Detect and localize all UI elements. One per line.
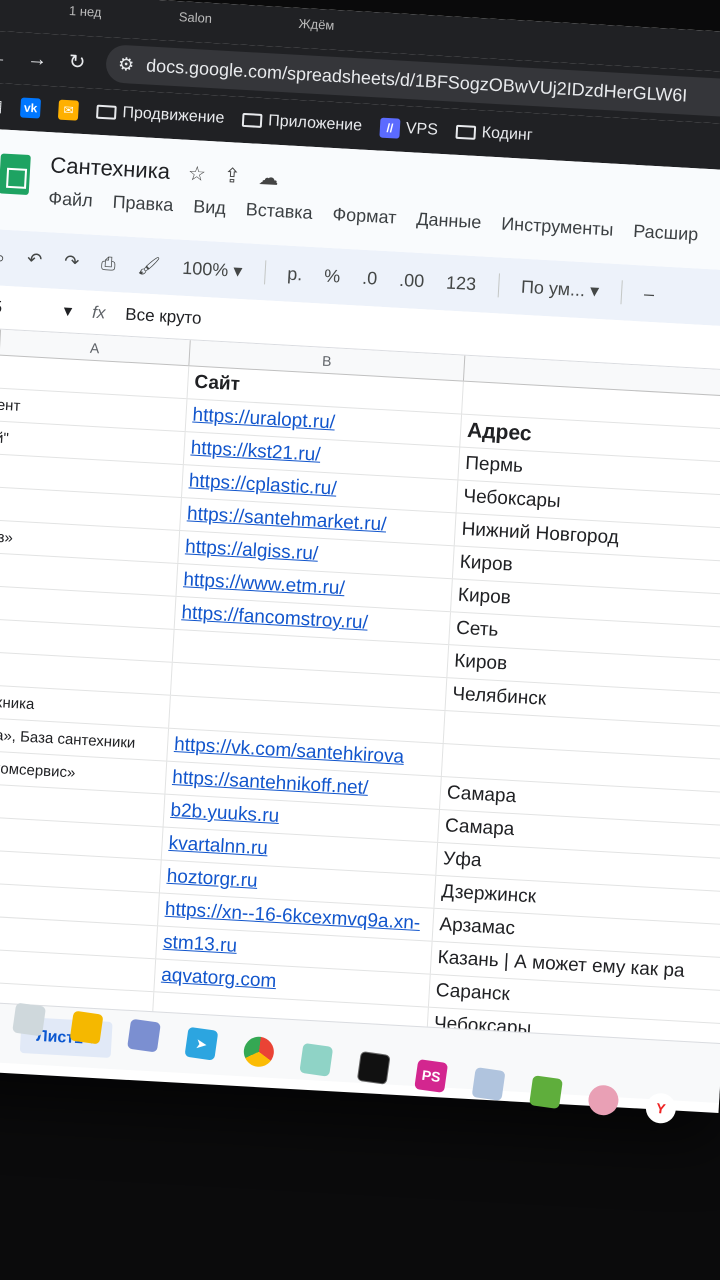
bookmark-label: Приложение [267, 112, 363, 135]
vk-bookmark-icon[interactable]: vk [20, 97, 42, 119]
tab2-title[interactable]: Salon [178, 9, 212, 26]
menu-data[interactable]: Данные [416, 209, 482, 234]
yandex-browser-icon[interactable]: Y [643, 1091, 678, 1126]
name-box[interactable]: F5 ▾ [0, 296, 73, 321]
bookmark-app[interactable]: Приложение [241, 111, 363, 136]
redo-icon[interactable]: ↷ [64, 251, 80, 273]
store-icon[interactable] [127, 1018, 161, 1053]
menu-bar: Файл Правка Вид Вставка Формат Данные Ин… [48, 188, 699, 245]
spreadsheet-app-icon[interactable] [529, 1075, 563, 1110]
divider [263, 260, 266, 285]
site-settings-icon[interactable]: ⚙ [118, 53, 135, 75]
bookmark-label: Кодинг [481, 124, 534, 145]
bookmark-coding[interactable]: Кодинг [455, 123, 533, 145]
zoom-value: 100% [181, 257, 229, 280]
apps-icon[interactable]: ▦ [0, 96, 3, 117]
tab3-title[interactable]: Ждём [298, 16, 335, 33]
sheets-logo-icon[interactable] [0, 153, 31, 196]
font-size-decrease-button[interactable]: – [643, 283, 654, 305]
doc-title-row: Сантехника ☆ ⇪ ☁ [50, 152, 280, 191]
divider [620, 280, 623, 305]
undo-icon[interactable]: ↶ [27, 249, 43, 271]
chrome-icon[interactable] [241, 1034, 276, 1069]
currency-button[interactable]: р. [287, 263, 303, 285]
file-explorer-icon[interactable] [69, 1010, 104, 1045]
font-select[interactable]: По ум... ▾ [520, 276, 600, 301]
tab-title[interactable]: 1 нед [69, 3, 102, 20]
fx-icon: fx [91, 302, 106, 322]
bookmark-label: Продвижение [122, 104, 225, 127]
increase-decimal-button[interactable]: .00 [399, 269, 425, 291]
menu-view[interactable]: Вид [193, 196, 227, 219]
phpstorm-icon[interactable]: PS [414, 1059, 449, 1093]
move-icon[interactable]: ⇪ [223, 162, 241, 188]
menu-file[interactable]: Файл [48, 188, 93, 211]
search-icon[interactable]: ⌕ [0, 247, 6, 269]
paint-icon[interactable] [586, 1083, 621, 1118]
chevron-down-icon: ▾ [63, 300, 73, 321]
menu-format[interactable]: Формат [332, 204, 397, 229]
percent-button[interactable]: % [324, 265, 341, 287]
notepad-icon[interactable] [471, 1067, 506, 1101]
bookmark-label: VPS [405, 120, 439, 139]
zoom-select[interactable]: 100% ▾ [182, 257, 243, 281]
cell-reference: F5 [0, 296, 3, 317]
menu-tools[interactable]: Инструменты [501, 213, 614, 240]
screen: 1 нед Salon Ждём ← → ↻ ⚙ docs.google.com… [0, 0, 720, 1113]
doc-title[interactable]: Сантехника [50, 152, 171, 185]
bookmark-promotion[interactable]: Продвижение [96, 103, 225, 128]
cloud-status-icon[interactable]: ☁ [258, 164, 279, 190]
folder-icon [96, 104, 117, 120]
folder-icon [241, 112, 263, 128]
task-view-icon[interactable] [12, 1002, 47, 1037]
paint-format-icon[interactable]: 🖌 [137, 255, 161, 277]
back-icon[interactable]: ← [0, 45, 9, 69]
menu-insert[interactable]: Вставка [245, 199, 313, 224]
formula-input[interactable]: Все круто [125, 304, 202, 328]
star-icon[interactable]: ☆ [187, 160, 206, 186]
mail-bookmark-icon[interactable]: ✉ [58, 99, 80, 121]
reload-icon[interactable]: ↻ [65, 48, 88, 74]
app-icon[interactable] [299, 1042, 334, 1077]
number-format-button[interactable]: 123 [446, 272, 477, 295]
telegram-icon[interactable]: ➤ [184, 1026, 219, 1061]
bookmark-vps[interactable]: //VPS [379, 117, 439, 141]
terminal-icon[interactable] [356, 1050, 391, 1085]
menu-edit[interactable]: Правка [112, 192, 174, 216]
menu-extensions[interactable]: Расшир [633, 221, 699, 246]
spreadsheet-grid: A B 1Сайт2ентhttps://uralopt.ru/Адрес3й"… [0, 327, 720, 1058]
divider [497, 273, 500, 298]
forward-icon[interactable]: → [26, 47, 49, 71]
font-value: По ум... [520, 276, 586, 300]
folder-icon [455, 124, 477, 140]
decrease-decimal-button[interactable]: .0 [362, 267, 378, 289]
print-icon[interactable]: ⎙ [101, 253, 117, 275]
